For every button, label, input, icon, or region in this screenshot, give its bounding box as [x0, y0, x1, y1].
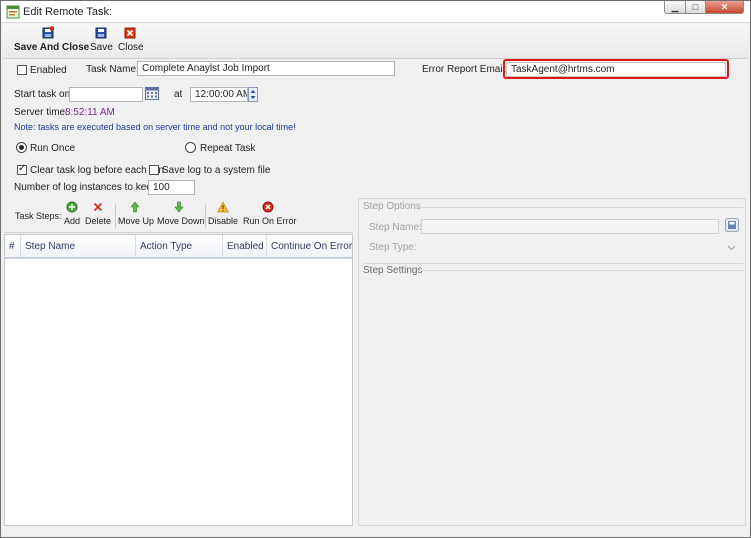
save-close-icon [42, 26, 54, 39]
calendar-icon[interactable] [145, 87, 159, 100]
run-on-error-label: Run On Error [243, 216, 297, 226]
close-button[interactable]: Close [118, 26, 144, 53]
delete-label: Delete [85, 216, 112, 226]
column-header-number[interactable]: # [5, 235, 21, 259]
step-options-panel: Step Options Step Name: Step Type: Step … [358, 198, 746, 526]
run-once-radio[interactable] [16, 142, 27, 153]
server-time-note: Note: tasks are executed based on server… [14, 122, 296, 132]
start-time-field[interactable]: 12:00:00 AM [190, 87, 248, 102]
log-instances-field[interactable]: 100 [148, 180, 195, 195]
step-type-label: Step Type: [369, 242, 417, 253]
status-strip [3, 527, 748, 537]
step-settings-legend: Step Settings [363, 265, 423, 276]
move-up-button[interactable]: Move Up [118, 201, 155, 226]
close-icon [124, 27, 136, 39]
log-instances-label: Number of log instances to keep: [14, 182, 161, 193]
title-bar: Edit Remote Task: ▁ □ ✕ [1, 1, 750, 23]
add-label: Add [63, 216, 80, 226]
enabled-label: Enabled [30, 65, 67, 76]
minimize-button[interactable]: ▁ [664, 1, 686, 14]
error-email-label: Error Report Email: [422, 64, 508, 75]
window-close-button[interactable]: ✕ [706, 1, 744, 14]
column-header-continue-on-error[interactable]: Continue On Error [267, 235, 352, 259]
column-header-step-name[interactable]: Step Name [21, 235, 136, 259]
step-name-label: Step Name: [369, 222, 422, 233]
save-button[interactable]: Save [90, 26, 113, 53]
move-up-icon [130, 201, 140, 213]
close-label: Close [118, 42, 144, 53]
steps-toolbar: Task Steps: Add Delete Move Up Move Down… [4, 200, 353, 233]
start-date-field[interactable] [69, 87, 143, 102]
clear-log-checkbox[interactable] [17, 163, 27, 175]
step-type-select[interactable] [421, 240, 739, 255]
separator [115, 204, 116, 228]
chevron-down-icon [727, 245, 736, 251]
start-task-label: Start task on [14, 89, 71, 100]
save-and-close-label: Save And Close [14, 42, 90, 53]
run-once-label: Run Once [30, 143, 76, 154]
step-name-field[interactable] [421, 219, 719, 234]
at-label: at [174, 89, 183, 100]
step-options-legend: Step Options [363, 201, 421, 212]
disable-label: Disable [208, 216, 239, 226]
maximize-button[interactable]: □ [686, 1, 706, 14]
task-steps-label: Task Steps: [15, 211, 62, 221]
repeat-task-label: Repeat Task [200, 143, 256, 154]
delete-icon [93, 202, 103, 212]
run-on-error-icon [262, 201, 274, 213]
task-steps-grid[interactable]: # Step Name Action Type Enabled Continue… [4, 234, 353, 526]
save-log-label: Save log to a system file [162, 165, 271, 176]
browse-icon[interactable] [725, 218, 739, 232]
enabled-checkbox[interactable] [17, 65, 27, 75]
repeat-task-radio[interactable] [185, 142, 196, 153]
save-log-checkbox[interactable] [149, 165, 159, 175]
clear-log-label: Clear task log before each run [30, 165, 164, 176]
legend-rule [417, 270, 743, 271]
error-email-field[interactable]: TaskAgent@hrtms.com [506, 62, 726, 77]
main-toolbar: Save And Close Save Close [3, 24, 748, 59]
divider [363, 263, 743, 264]
task-name-field[interactable]: Complete Anaylst Job Import [137, 61, 395, 76]
move-down-button[interactable]: Move Down [157, 201, 205, 226]
add-icon [66, 201, 78, 213]
move-down-label: Move Down [157, 216, 205, 226]
move-down-icon [174, 201, 184, 213]
grid-header: # Step Name Action Type Enabled Continue… [5, 235, 352, 259]
save-icon [95, 27, 107, 39]
save-label: Save [90, 42, 113, 53]
spin-icon[interactable] [248, 87, 258, 102]
server-time-value: 8:52:11 AM [65, 107, 115, 118]
task-name-label: Task Name: [86, 64, 139, 75]
move-up-label: Move Up [118, 216, 155, 226]
disable-icon [217, 201, 229, 213]
error-email-highlight: TaskAgent@hrtms.com [503, 59, 729, 79]
run-on-error-button[interactable]: Run On Error [243, 201, 297, 226]
separator [205, 204, 206, 228]
column-header-enabled[interactable]: Enabled [223, 235, 267, 259]
legend-rule [415, 207, 743, 208]
delete-step-button[interactable]: Delete [85, 201, 111, 226]
app-window-icon [6, 5, 20, 19]
save-and-close-button[interactable]: Save And Close [14, 26, 90, 53]
window-controls: ▁ □ ✕ [664, 1, 744, 15]
add-step-button[interactable]: Add [62, 201, 82, 226]
window-title: Edit Remote Task: [23, 6, 113, 18]
disable-step-button[interactable]: Disable [208, 201, 238, 226]
edit-remote-task-window: Edit Remote Task: ▁ □ ✕ Save And Close S… [0, 0, 751, 538]
column-header-action-type[interactable]: Action Type [136, 235, 223, 259]
server-time-label: Server time: [14, 107, 68, 118]
